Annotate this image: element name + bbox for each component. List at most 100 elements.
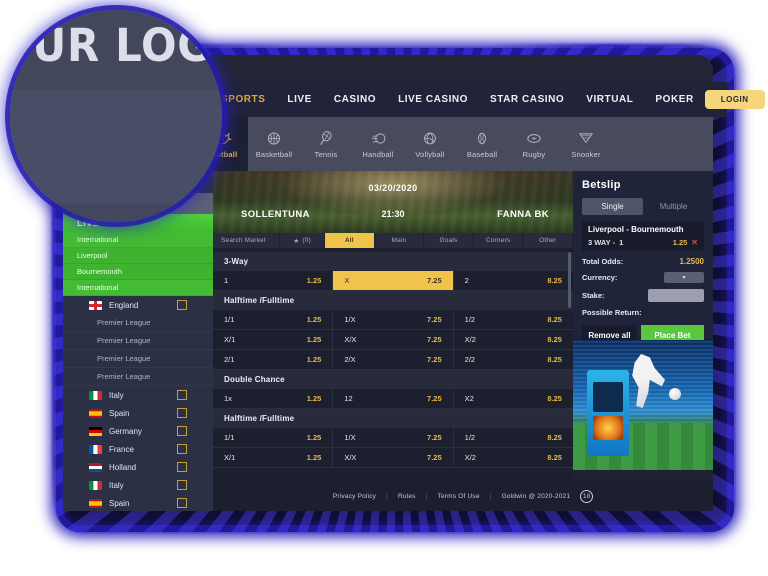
germany-flag — [89, 426, 102, 436]
market-favourites-tab[interactable]: ★ (0) — [280, 233, 325, 248]
odds-cell[interactable]: 2/2 8.25 — [454, 350, 573, 369]
odds-cell[interactable]: 1/1 1.25 — [213, 428, 334, 447]
odds-value: 1.25 — [306, 433, 322, 442]
betslip-possible-return-row: Possible Return: — [582, 308, 704, 317]
market-search-tab[interactable]: Search Market — [213, 233, 280, 248]
promo-terminal-screen — [593, 382, 623, 412]
odds-cell[interactable]: X/1 1.25 — [213, 448, 334, 467]
sidebar-country-holland[interactable]: Holland — [63, 458, 213, 476]
country-checkbox[interactable] — [177, 426, 187, 436]
screenshot-stage: YOUR LOGO SPORTS SPORTS LIVE CASINO LIVE… — [0, 0, 768, 576]
sport-item-volleyball[interactable]: Vollyball — [404, 117, 456, 171]
betslip-tab-single[interactable]: Single — [582, 198, 643, 215]
sidebar-country-italy-2[interactable]: Italy — [63, 476, 213, 494]
odds-cell[interactable]: X/X 7.25 — [333, 330, 454, 349]
odds-cell[interactable]: 1/1 1.25 — [213, 310, 334, 329]
sidebar-league-item[interactable]: Premier League — [63, 314, 213, 332]
odds-value: 8.25 — [547, 315, 562, 324]
odds-cell[interactable]: 1/X 7.25 — [333, 310, 454, 329]
nav-item-casino[interactable]: CASINO — [323, 94, 387, 105]
odds-key: 1/2 — [464, 315, 476, 324]
market-tab-main[interactable]: Main — [374, 233, 424, 248]
country-checkbox[interactable] — [177, 444, 187, 454]
odds-cell[interactable]: 2/X 7.25 — [333, 350, 454, 369]
odds-cell[interactable]: 1 1.25 — [213, 271, 334, 290]
odds-cell[interactable]: 1/2 8.25 — [454, 310, 573, 329]
odds-cell[interactable]: 12 7.25 — [333, 389, 454, 408]
market-group-title: Halftime /Fulltime — [213, 291, 573, 310]
market-tab-goals[interactable]: Goals — [424, 233, 473, 248]
country-checkbox[interactable] — [177, 408, 187, 418]
odds-value: 7.25 — [427, 355, 442, 364]
odds-cell[interactable]: 1x 1.25 — [213, 389, 334, 408]
betslip-pick-row: 3 WAY - 1 1.25 ✕ — [588, 238, 698, 247]
betslip-selection: Liverpool - Bournemouth 3 WAY - 1 1.25 ✕ — [582, 221, 704, 251]
odds-value: 8.25 — [547, 335, 562, 344]
nav-item-star-casino[interactable]: STAR CASINO — [479, 94, 575, 105]
sport-label: Tennis — [314, 149, 338, 159]
sidebar-league-item[interactable]: Premier League — [63, 368, 213, 386]
stake-input[interactable] — [648, 289, 704, 302]
odds-cell[interactable]: X/2 8.25 — [454, 330, 573, 349]
nav-item-virtual[interactable]: VIRTUAL — [575, 94, 644, 105]
baseball-icon — [477, 132, 487, 144]
sport-item-snooker[interactable]: Snooker — [560, 117, 612, 171]
market-tab-other[interactable]: Other — [523, 233, 573, 248]
login-button[interactable]: LOGIN — [704, 90, 765, 109]
sidebar-live-row[interactable]: International — [63, 232, 213, 248]
promo-banner[interactable] — [573, 340, 713, 470]
odds-cell-selected[interactable]: X 7.25 — [333, 271, 454, 290]
sidebar-live-row[interactable]: Liverpool — [63, 248, 213, 264]
sport-item-baseball[interactable]: Baseball — [456, 117, 508, 171]
footer-link-rules[interactable]: Rules — [398, 493, 416, 500]
odds-cell[interactable]: X/1 1.25 — [213, 330, 334, 349]
sidebar-country-england[interactable]: England — [63, 296, 213, 314]
nav-item-live[interactable]: LIVE — [276, 94, 322, 105]
country-checkbox[interactable] — [177, 480, 187, 490]
footer-link-terms[interactable]: Terms Of Use — [438, 493, 480, 500]
currency-select[interactable]: ▾ — [664, 272, 704, 283]
betslip-panel: Betslip Single Multiple Liverpool - Bour… — [573, 171, 713, 346]
sidebar-country-spain-2[interactable]: Spain — [63, 494, 213, 511]
sidebar-league-item[interactable]: Premier League — [63, 332, 213, 350]
odds-cell[interactable]: X2 8.25 — [454, 389, 573, 408]
lens-glass-tint — [10, 10, 222, 222]
sidebar-live-row[interactable]: International — [63, 280, 213, 296]
sport-item-handball[interactable]: Handball — [352, 117, 404, 171]
sidebar-country-spain[interactable]: Spain — [63, 404, 213, 422]
odds-value: 1.25 — [306, 453, 322, 462]
sport-item-basketball[interactable]: Basketball — [248, 117, 300, 171]
country-checkbox[interactable] — [177, 300, 187, 310]
market-tab-all[interactable]: All — [325, 233, 374, 248]
market-tab-corners[interactable]: Corners — [473, 233, 523, 248]
country-label: England — [109, 300, 139, 310]
odds-value: 1.25 — [306, 394, 322, 403]
close-icon[interactable]: ✕ — [691, 238, 698, 247]
sidebar-league-item[interactable]: Premier League — [63, 350, 213, 368]
markets-scrollbar[interactable] — [568, 252, 571, 308]
country-checkbox[interactable] — [177, 462, 187, 472]
country-checkbox[interactable] — [177, 498, 187, 508]
sport-item-tennis[interactable]: Tennis — [300, 117, 352, 171]
sidebar-country-italy[interactable]: Italy — [63, 386, 213, 404]
country-checkbox[interactable] — [177, 390, 187, 400]
odds-cell[interactable]: X/X 7.25 — [333, 448, 454, 467]
betslip-total-odds-row: Total Odds: 1.2500 — [582, 257, 704, 266]
sidebar-live-row[interactable]: Bournemouth — [63, 264, 213, 280]
betslip-tab-multiple[interactable]: Multiple — [643, 198, 704, 215]
sidebar-country-germany[interactable]: Germany — [63, 422, 213, 440]
footer-link-privacy[interactable]: Privacy Policy — [333, 493, 376, 500]
odds-cell[interactable]: X/2 8.25 — [454, 448, 573, 467]
betslip-match-name: Liverpool - Bournemouth — [588, 225, 684, 234]
nav-item-live-casino[interactable]: LIVE CASINO — [387, 94, 479, 105]
odds-cell[interactable]: 2 8.25 — [454, 271, 573, 290]
sport-item-rugby[interactable]: Rugby — [508, 117, 560, 171]
nav-item-poker[interactable]: POKER — [644, 94, 704, 105]
odds-cell[interactable]: 1/2 8.25 — [454, 428, 573, 447]
odds-key: 1/X — [344, 315, 356, 324]
odds-cell[interactable]: 2/1 1.25 — [213, 350, 334, 369]
sidebar-country-france[interactable]: France — [63, 440, 213, 458]
market-group-title: 3-Way — [213, 252, 573, 271]
odds-cell[interactable]: 1/X 7.25 — [333, 428, 454, 447]
odds-key: X/X — [344, 453, 357, 462]
